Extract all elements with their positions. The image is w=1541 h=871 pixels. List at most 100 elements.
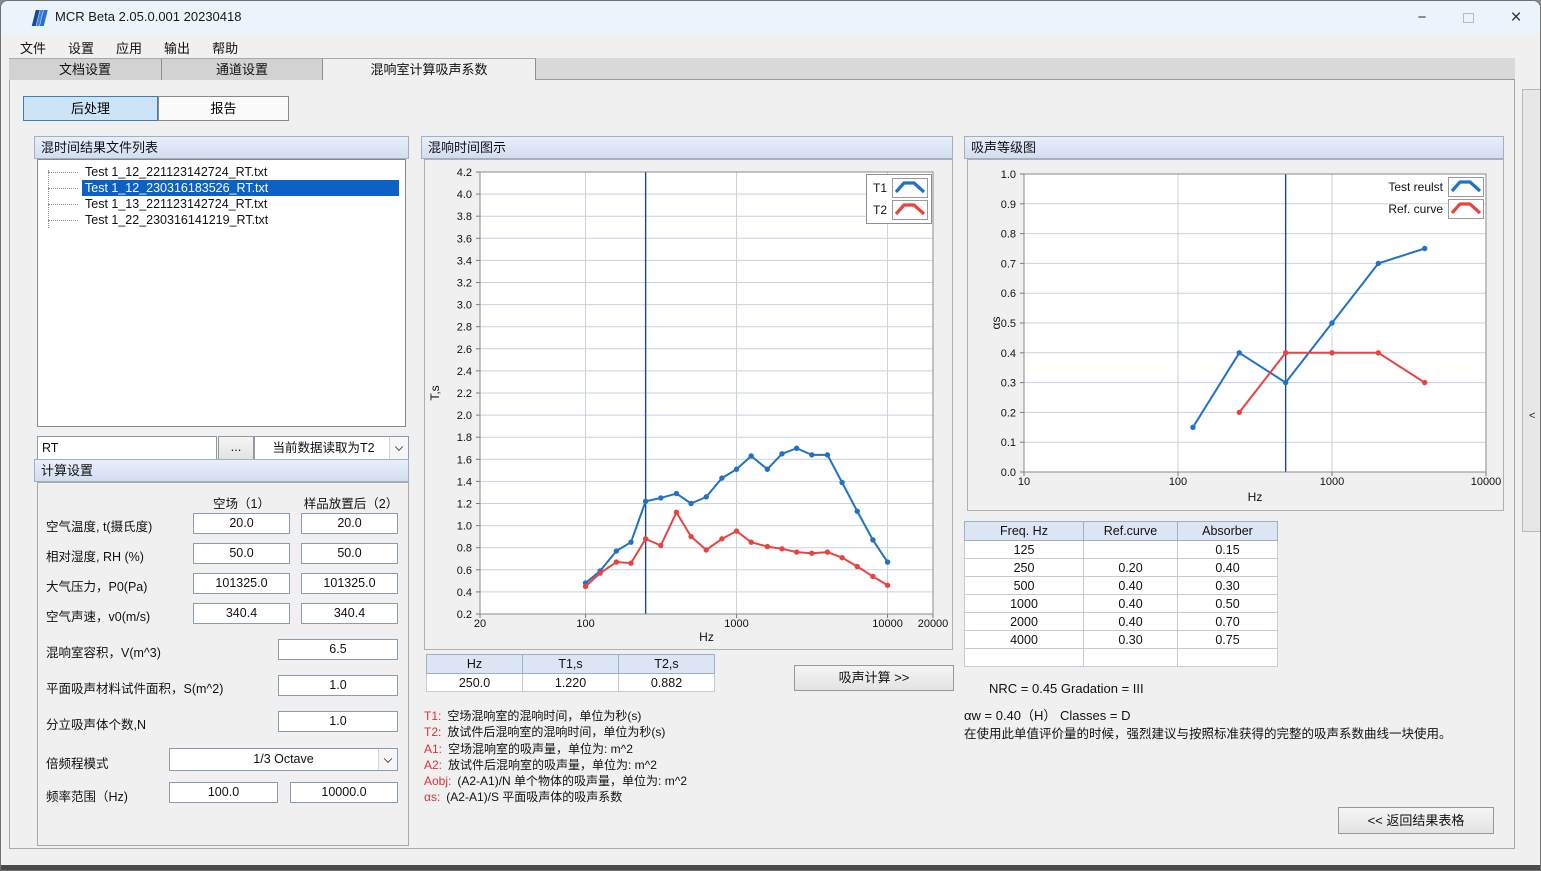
rt-chart-header: 混响时间图示 [421, 136, 953, 159]
svg-text:20: 20 [474, 618, 486, 630]
rt-chart-legend: T1 T2 [866, 174, 932, 224]
svg-text:0.7: 0.7 [1001, 258, 1016, 270]
table-row-empty [965, 649, 1278, 667]
sound-speed-field-1[interactable]: 340.4 [193, 603, 290, 624]
main-tab-bar: 文档设置 通道设置 混响室计算吸声系数 [9, 58, 1515, 80]
absorption-calc-button[interactable]: 吸声计算 >> [794, 665, 954, 691]
table-row: 4000 0.30 0.75 [965, 631, 1278, 649]
menu-bar: 文件 设置 应用 输出 帮助 [1, 34, 1541, 58]
readout-freq-value: 250.0 [427, 674, 523, 692]
svg-text:10000: 10000 [1471, 476, 1502, 488]
dropdown-button[interactable] [389, 437, 408, 459]
svg-text:0.6: 0.6 [1001, 288, 1016, 300]
tree-stub-icon [48, 188, 78, 189]
tab-document-settings[interactable]: 文档设置 [9, 58, 162, 80]
svg-text:3.6: 3.6 [457, 233, 472, 245]
tree-stub-icon [48, 172, 78, 173]
absorption-chart-panel: 0.00.10.20.30.40.50.60.70.80.91.01010010… [967, 159, 1504, 511]
absorption-chart-legend: Test reulst Ref. curve [1364, 176, 1484, 220]
svg-text:2.0: 2.0 [457, 410, 472, 422]
taskbar-edge [1, 865, 1541, 871]
octave-mode-select[interactable]: 1/3 Octave [169, 748, 398, 771]
tab-reverb-absorption[interactable]: 混响室计算吸声系数 [323, 58, 536, 81]
subtab-postprocess[interactable]: 后处理 [23, 96, 158, 121]
list-item-file-selected[interactable]: Test 1_12_230316183526_RT.txt [38, 180, 405, 196]
note-t2: T2:放试件后混响室的混响时间，单位为秒(s) [424, 724, 687, 740]
menu-apply[interactable]: 应用 [105, 34, 153, 58]
window-title: MCR Beta 2.05.0.001 20230418 [55, 9, 241, 24]
svg-text:1.8: 1.8 [457, 432, 472, 444]
svg-text:2.4: 2.4 [457, 366, 472, 378]
absorber-count-field[interactable]: 1.0 [278, 711, 398, 732]
note-aobj: Aobj:(A2-A1)/N 单个物体的吸声量，单位为: m^2 [424, 773, 687, 789]
legend-entry-test-result: Test reulst [1364, 176, 1484, 198]
absorption-chart-header: 吸声等级图 [964, 136, 1504, 159]
pressure-field-1[interactable]: 101325.0 [193, 573, 290, 594]
browse-button[interactable]: ... [218, 436, 254, 460]
readout-col-hz: Hz [427, 655, 523, 674]
maximize-button[interactable] [1445, 1, 1491, 34]
table-row: 125 0.15 [965, 541, 1278, 559]
menu-file[interactable]: 文件 [9, 34, 57, 58]
t2-curve-icon [892, 200, 928, 220]
freq-min-field[interactable]: 100.0 [169, 782, 278, 803]
tab-channel-settings[interactable]: 通道设置 [162, 58, 323, 80]
list-item-file[interactable]: Test 1_12_221123142724_RT.txt [38, 164, 405, 180]
sound-speed-field-2[interactable]: 340.4 [301, 603, 398, 624]
rt-chart[interactable]: 0.20.40.60.81.01.21.41.61.82.02.22.42.62… [425, 160, 952, 649]
humidity-field-2[interactable]: 50.0 [301, 543, 398, 564]
absorption-table: Freq. Hz Ref.curve Absorber 125 0.15 250… [964, 521, 1278, 667]
t1-curve-icon [892, 178, 928, 198]
back-to-results-button[interactable]: << 返回结果表格 [1338, 807, 1494, 834]
svg-text:T,s: T,s [428, 385, 442, 400]
note-t1: T1:空场混响室的混响时间，单位为秒(s) [424, 708, 687, 724]
abs-col-refcurve: Ref.curve [1084, 522, 1178, 541]
tree-stub-icon [48, 220, 78, 221]
readout-col-t1: T1,s [523, 655, 619, 674]
column-header-with-sample: 样品放置后（2） [296, 493, 406, 512]
minimize-button[interactable]: − [1399, 1, 1445, 34]
tab-bar-filler [536, 58, 1515, 79]
table-row: 1000 0.40 0.50 [965, 595, 1278, 613]
menu-help[interactable]: 帮助 [201, 34, 249, 58]
rt-result-file-list: Test 1_12_221123142724_RT.txt Test 1_12_… [37, 159, 406, 427]
column-header-empty-room: 空场（1） [193, 493, 290, 512]
menu-output[interactable]: 输出 [153, 34, 201, 58]
maximize-icon [1463, 13, 1474, 23]
svg-text:Hz: Hz [699, 630, 714, 644]
data-read-mode-select[interactable]: 当前数据读取为T2 [254, 436, 409, 460]
svg-text:3.8: 3.8 [457, 211, 472, 223]
humidity-field-1[interactable]: 50.0 [193, 543, 290, 564]
panel-splitter[interactable]: < [1522, 89, 1541, 532]
chevron-down-icon [384, 754, 392, 762]
nrc-result-text: NRC = 0.45 Gradation = III [989, 681, 1144, 696]
svg-text:0.9: 0.9 [1001, 199, 1016, 211]
freq-max-field[interactable]: 10000.0 [290, 782, 398, 803]
subtab-report[interactable]: 报告 [158, 96, 289, 121]
field-label-humidity: 相对湿度, RH (%) [46, 546, 144, 565]
close-button[interactable]: × [1493, 1, 1539, 34]
list-item-file[interactable]: Test 1_22_230316141219_RT.txt [38, 212, 405, 228]
temperature-field-2[interactable]: 20.0 [301, 513, 398, 534]
chevron-down-icon [395, 443, 403, 451]
note-a2: A2:放试件后混响室的吸声量，单位为: m^2 [424, 757, 687, 773]
svg-text:2.6: 2.6 [457, 344, 472, 356]
rt-name-input[interactable]: RT [37, 436, 217, 460]
svg-text:1000: 1000 [724, 618, 748, 630]
temperature-field-1[interactable]: 20.0 [193, 513, 290, 534]
dropdown-button[interactable] [378, 749, 397, 770]
svg-text:1000: 1000 [1320, 476, 1344, 488]
pressure-field-2[interactable]: 101325.0 [301, 573, 398, 594]
svg-text:1.2: 1.2 [457, 499, 472, 511]
app-icon [31, 9, 49, 27]
room-volume-field[interactable]: 6.5 [278, 639, 398, 660]
menu-settings[interactable]: 设置 [57, 34, 105, 58]
readout-col-t2: T2,s [619, 655, 715, 674]
table-row: 250 0.20 0.40 [965, 559, 1278, 577]
sample-area-field[interactable]: 1.0 [278, 675, 398, 696]
readout-row: 250.0 1.220 0.882 [427, 674, 715, 692]
list-item-file[interactable]: Test 1_13_221123142724_RT.txt [38, 196, 405, 212]
svg-text:1.0: 1.0 [1001, 169, 1016, 181]
field-label-temperature: 空气温度, t(摄氏度) [46, 516, 152, 535]
field-label-freq-range: 频率范围（Hz) [46, 786, 128, 805]
